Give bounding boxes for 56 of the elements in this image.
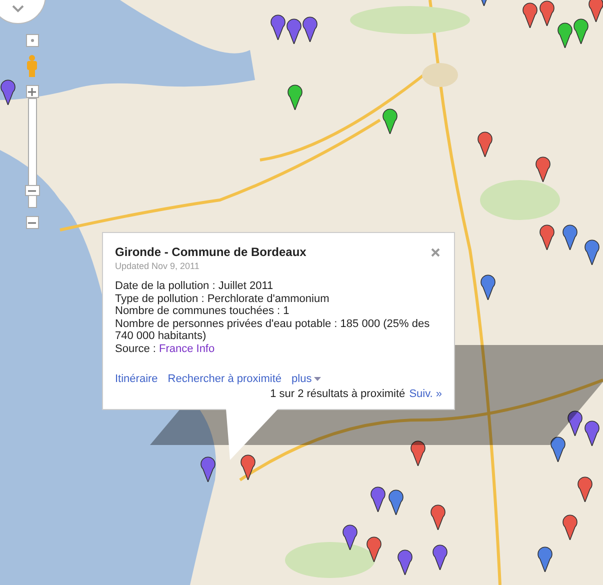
chevron-down-icon: [12, 5, 24, 13]
map-marker-pin[interactable]: [370, 486, 386, 512]
map-marker-pin[interactable]: [410, 440, 426, 466]
caret-icon: [314, 377, 321, 381]
map-marker-pin[interactable]: [537, 546, 553, 572]
reset-button[interactable]: [26, 34, 38, 47]
map-marker-pin[interactable]: [0, 79, 16, 105]
map-marker-pin[interactable]: [539, 0, 555, 26]
detail-line: Date de la pollution : Juillet 2011: [115, 280, 274, 292]
map-marker-pin[interactable]: [588, 0, 603, 22]
map-marker-pin[interactable]: [286, 18, 302, 44]
map-marker-pin[interactable]: [539, 224, 555, 250]
map-marker-pin[interactable]: [200, 456, 216, 482]
map-marker-pin[interactable]: [522, 2, 538, 28]
action-link[interactable]: Rechercher à proximité: [168, 373, 282, 385]
map-marker-pin[interactable]: [557, 22, 573, 48]
pegman-icon: [26, 55, 38, 77]
map-marker-pin[interactable]: [573, 18, 589, 44]
action-link[interactable]: Itinéraire: [115, 373, 158, 385]
map-marker-pin[interactable]: [388, 489, 404, 515]
map-marker-pin[interactable]: [562, 224, 578, 250]
zoom-in-button[interactable]: [26, 85, 38, 98]
map-marker-pin[interactable]: [270, 14, 286, 40]
zoom-slider-handle[interactable]: [24, 185, 40, 196]
close-button[interactable]: [429, 246, 442, 259]
next-link[interactable]: Suiv. »: [409, 388, 442, 400]
map-marker-pin[interactable]: [480, 274, 496, 300]
map-marker-pin[interactable]: [366, 536, 382, 562]
zoom-out-button[interactable]: [26, 216, 38, 229]
updated-date: Updated Nov 9, 2011: [115, 261, 200, 271]
map-marker-pin[interactable]: [342, 524, 358, 550]
map-marker-pin[interactable]: [584, 420, 600, 446]
map-marker-pin[interactable]: [240, 454, 256, 480]
plus-icon: [28, 88, 36, 96]
map-marker-pin[interactable]: [432, 544, 448, 570]
map-marker-pin[interactable]: [562, 514, 578, 540]
close-icon: [431, 248, 440, 257]
map-marker-pin[interactable]: [430, 504, 446, 530]
map-marker-pin[interactable]: [577, 476, 593, 502]
map-marker-pin[interactable]: [382, 108, 398, 134]
map-marker-pin[interactable]: [397, 549, 413, 575]
detail-line: Type de pollution : Perchlorate d'ammonium: [115, 292, 330, 305]
detail-line: Nombre de communes touchées : 1: [115, 305, 290, 318]
map-marker-pin[interactable]: [550, 436, 566, 462]
map-marker-pin[interactable]: [302, 16, 318, 42]
map-marker-pin[interactable]: [535, 156, 551, 182]
map-marker-pin[interactable]: [584, 239, 600, 265]
map-marker-pin[interactable]: [477, 131, 493, 157]
map-marker-pin[interactable]: [567, 410, 583, 436]
info-title: Gironde - Commune de Bordeaux: [115, 245, 308, 259]
source-label: Source :: [115, 342, 156, 355]
results-count: 1 sur 2 résultats à proximité: [270, 388, 406, 400]
action-link[interactable]: plus: [292, 373, 312, 385]
map-marker-pin[interactable]: [287, 84, 303, 110]
detail-line: Nombre de personnes privées d'eau potable : 185 000 (25% des 740 000 habitants): [115, 318, 431, 342]
source-link[interactable]: France Info: [158, 342, 215, 355]
